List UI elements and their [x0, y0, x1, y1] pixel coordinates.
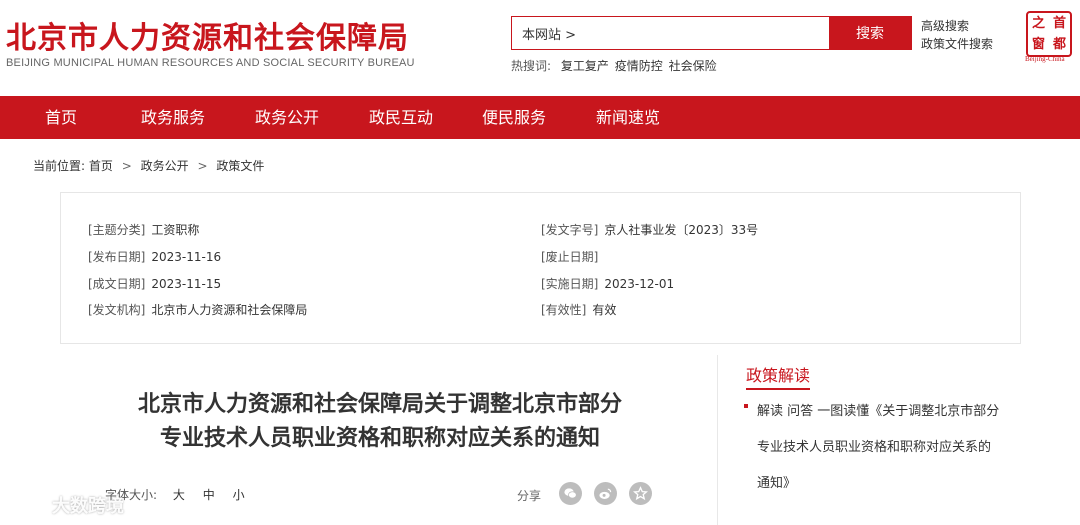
- metadata-issuer: [发文机构] 北京市人力资源和社会保障局: [88, 301, 307, 318]
- metadata-key: [主题分类]: [88, 223, 146, 237]
- seal-char: 窗: [1031, 37, 1045, 52]
- metadata-key: [废止日期]: [541, 250, 599, 264]
- policy-interpretation-link[interactable]: 解读 问答 一图读懂《关于调整北京市部分专业技术人员职业资格和职称对应关系的通知…: [757, 394, 1002, 502]
- star-glyph: [633, 486, 648, 501]
- seal-char: 首: [1052, 16, 1066, 31]
- font-size-large-button[interactable]: 大: [173, 488, 185, 502]
- breadcrumb-link-policy-documents[interactable]: 政策文件: [216, 159, 264, 173]
- share-label: 分享: [517, 489, 542, 503]
- breadcrumb-link-home[interactable]: 首页: [89, 159, 113, 173]
- document-metadata-box: [主题分类] 工资职称 [发文字号] 京人社事业发〔2023〕33号 [发布日期] 2…: [60, 192, 1021, 344]
- site-header: 北京市人力资源和社会保障局 BEIJING MUNICIPAL HUMAN RE…: [0, 0, 1080, 96]
- watermark-logo-icon: [9, 496, 42, 516]
- nav-item-home[interactable]: 首页: [45, 96, 77, 139]
- seal-english-text: Beijing-China: [1025, 55, 1065, 63]
- watermark-text: 大数跨境: [52, 496, 124, 517]
- nav-item-interaction[interactable]: 政民互动: [369, 96, 433, 139]
- search-links: 高级搜索 政策文件搜索: [921, 17, 993, 53]
- metadata-value: 有效: [592, 303, 617, 317]
- wechat-icon[interactable]: [559, 482, 582, 505]
- favorite-star-icon[interactable]: [629, 482, 652, 505]
- capital-window-seal-logo[interactable]: 首 都 之 窗: [1026, 11, 1072, 57]
- search-input[interactable]: [512, 17, 829, 49]
- metadata-key: [发文机构]: [88, 303, 146, 317]
- search-button[interactable]: 搜索: [829, 17, 911, 49]
- document-title-line: 北京市人力资源和社会保障局关于调整北京市部分: [137, 392, 622, 417]
- metadata-key: [成文日期]: [88, 277, 146, 291]
- advanced-search-link[interactable]: 高级搜索: [921, 17, 993, 35]
- hot-search-words: 热搜词: 复工复产 疫情防控 社会保险: [511, 57, 719, 74]
- list-bullet: [744, 404, 748, 408]
- metadata-value: 工资职称: [151, 223, 200, 237]
- seal-char: 之: [1031, 16, 1045, 31]
- policy-search-link[interactable]: 政策文件搜索: [921, 35, 993, 53]
- main-nav: 首页 政务服务 政务公开 政民互动 便民服务 新闻速览: [0, 96, 1080, 139]
- metadata-key: [发文字号]: [541, 223, 599, 237]
- breadcrumb-separator: >: [121, 159, 132, 173]
- metadata-topic: [主题分类] 工资职称: [88, 221, 199, 238]
- policy-interpretation-heading: 政策解读: [746, 362, 811, 390]
- nav-item-government-affairs[interactable]: 政务公开: [255, 96, 319, 139]
- metadata-key: [发布日期]: [88, 250, 146, 264]
- site-logo-chinese[interactable]: 北京市人力资源和社会保障局: [6, 13, 409, 57]
- font-size-small-button[interactable]: 小: [233, 488, 245, 502]
- metadata-key: [有效性]: [541, 303, 587, 317]
- seal-char: 都: [1052, 37, 1066, 52]
- metadata-value: 2023-11-16: [151, 250, 222, 264]
- metadata-key: [实施日期]: [541, 277, 599, 291]
- metadata-value: 2023-12-01: [604, 277, 675, 291]
- metadata-value: 北京市人力资源和社会保障局: [151, 303, 308, 317]
- metadata-effective-date: [实施日期] 2023-12-01: [541, 275, 674, 292]
- breadcrumb-separator: >: [197, 159, 208, 173]
- metadata-written-date: [成文日期] 2023-11-15: [88, 275, 221, 292]
- metadata-abolish-date: [废止日期]: [541, 248, 604, 265]
- metadata-value: 2023-11-15: [151, 277, 222, 291]
- breadcrumb-link-government-affairs[interactable]: 政务公开: [141, 159, 189, 173]
- metadata-value: 京人社事业发〔2023〕33号: [604, 223, 759, 237]
- nav-item-convenience-services[interactable]: 便民服务: [482, 96, 546, 139]
- weibo-icon[interactable]: [594, 482, 617, 505]
- document-title-line: 专业技术人员职业资格和职称对应关系的通知: [159, 426, 600, 451]
- font-size-medium-button[interactable]: 中: [203, 488, 215, 502]
- weibo-glyph: [599, 488, 612, 499]
- watermark: 大数跨境: [8, 492, 124, 518]
- search-bar: 搜索: [511, 16, 912, 50]
- hot-word-item[interactable]: 疫情防控: [615, 59, 663, 73]
- metadata-publish-date: [发布日期] 2023-11-16: [88, 248, 221, 265]
- font-size-controls: 字体大小: 大 中 小: [105, 486, 255, 503]
- hot-word-item[interactable]: 复工复产: [561, 59, 609, 73]
- document-title: 北京市人力资源和社会保障局关于调整北京市部分 专业技术人员职业资格和职称对应关系…: [60, 388, 700, 456]
- site-logo-english: BEIJING MUNICIPAL HUMAN RESOURCES AND SO…: [6, 57, 415, 69]
- nav-item-government-services[interactable]: 政务服务: [141, 96, 205, 139]
- metadata-document-number: [发文字号] 京人社事业发〔2023〕33号: [541, 221, 758, 238]
- metadata-validity: [有效性] 有效: [541, 301, 616, 318]
- wechat-glyph: [564, 488, 577, 499]
- column-divider: [717, 355, 718, 525]
- breadcrumb: 当前位置: 首页 > 政务公开 > 政策文件: [33, 157, 264, 174]
- hot-word-item[interactable]: 社会保险: [669, 59, 717, 73]
- nav-item-news[interactable]: 新闻速览: [596, 96, 660, 139]
- hot-search-label: 热搜词:: [511, 59, 552, 73]
- breadcrumb-prefix: 当前位置:: [33, 159, 86, 173]
